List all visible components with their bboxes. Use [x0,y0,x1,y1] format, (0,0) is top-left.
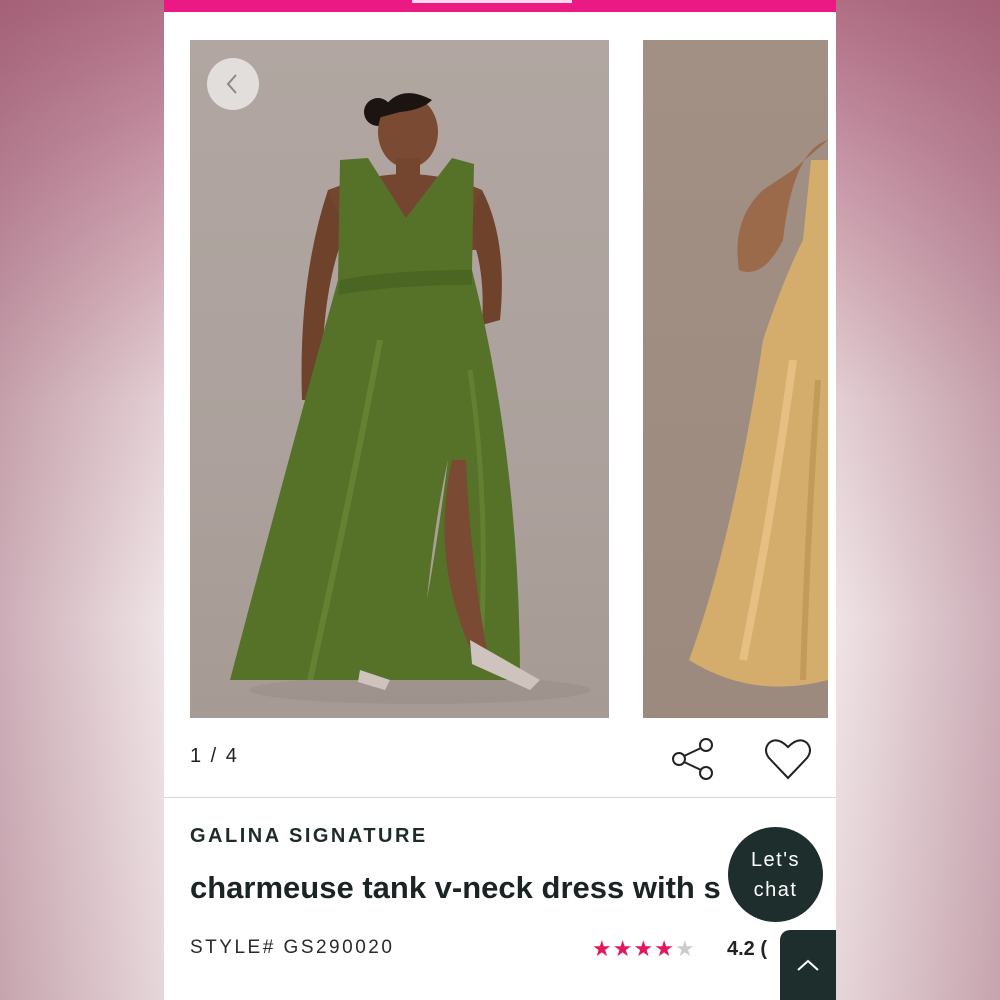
background-blur-right [836,0,1000,1000]
heart-icon [765,739,811,780]
star-icon: ★ [674,936,695,961]
top-banner [164,0,836,12]
star-icon: ★ [654,936,674,961]
rating-stars[interactable]: ★ ★ ★ ★ ★ [592,937,695,961]
background-blur-left [0,0,164,1000]
share-button[interactable] [670,736,716,787]
previous-image-button[interactable] [207,58,259,110]
chevron-left-icon [226,74,237,94]
star-icon: ★ [612,936,633,961]
chevron-up-icon [797,959,819,971]
product-brand[interactable]: GALINA SIGNATURE [190,825,428,848]
star-icon: ★ [633,936,654,961]
share-icon [672,738,713,780]
chat-button[interactable]: Let's chat [728,827,823,922]
section-divider [164,797,836,798]
scroll-to-top-button[interactable] [780,930,836,1000]
top-banner-highlight [412,0,572,3]
product-image-main[interactable] [190,40,609,718]
image-counter: 1 / 4 [190,745,239,767]
model-photo-gold-dress [689,140,828,687]
style-number: STYLE# GS290020 [190,937,395,958]
chat-label-line1: Let's [750,848,801,871]
rating-value[interactable]: 4.2 ( [727,938,767,961]
favorite-button[interactable] [764,736,812,787]
model-photo-green-dress [230,93,590,704]
star-icon: ★ [592,936,612,961]
product-image-next[interactable] [643,40,828,718]
chat-label-line2: chat [753,878,798,901]
product-page: 1 / 4 GALINA SIGNATURE charmeuse tank v-… [164,0,836,1000]
